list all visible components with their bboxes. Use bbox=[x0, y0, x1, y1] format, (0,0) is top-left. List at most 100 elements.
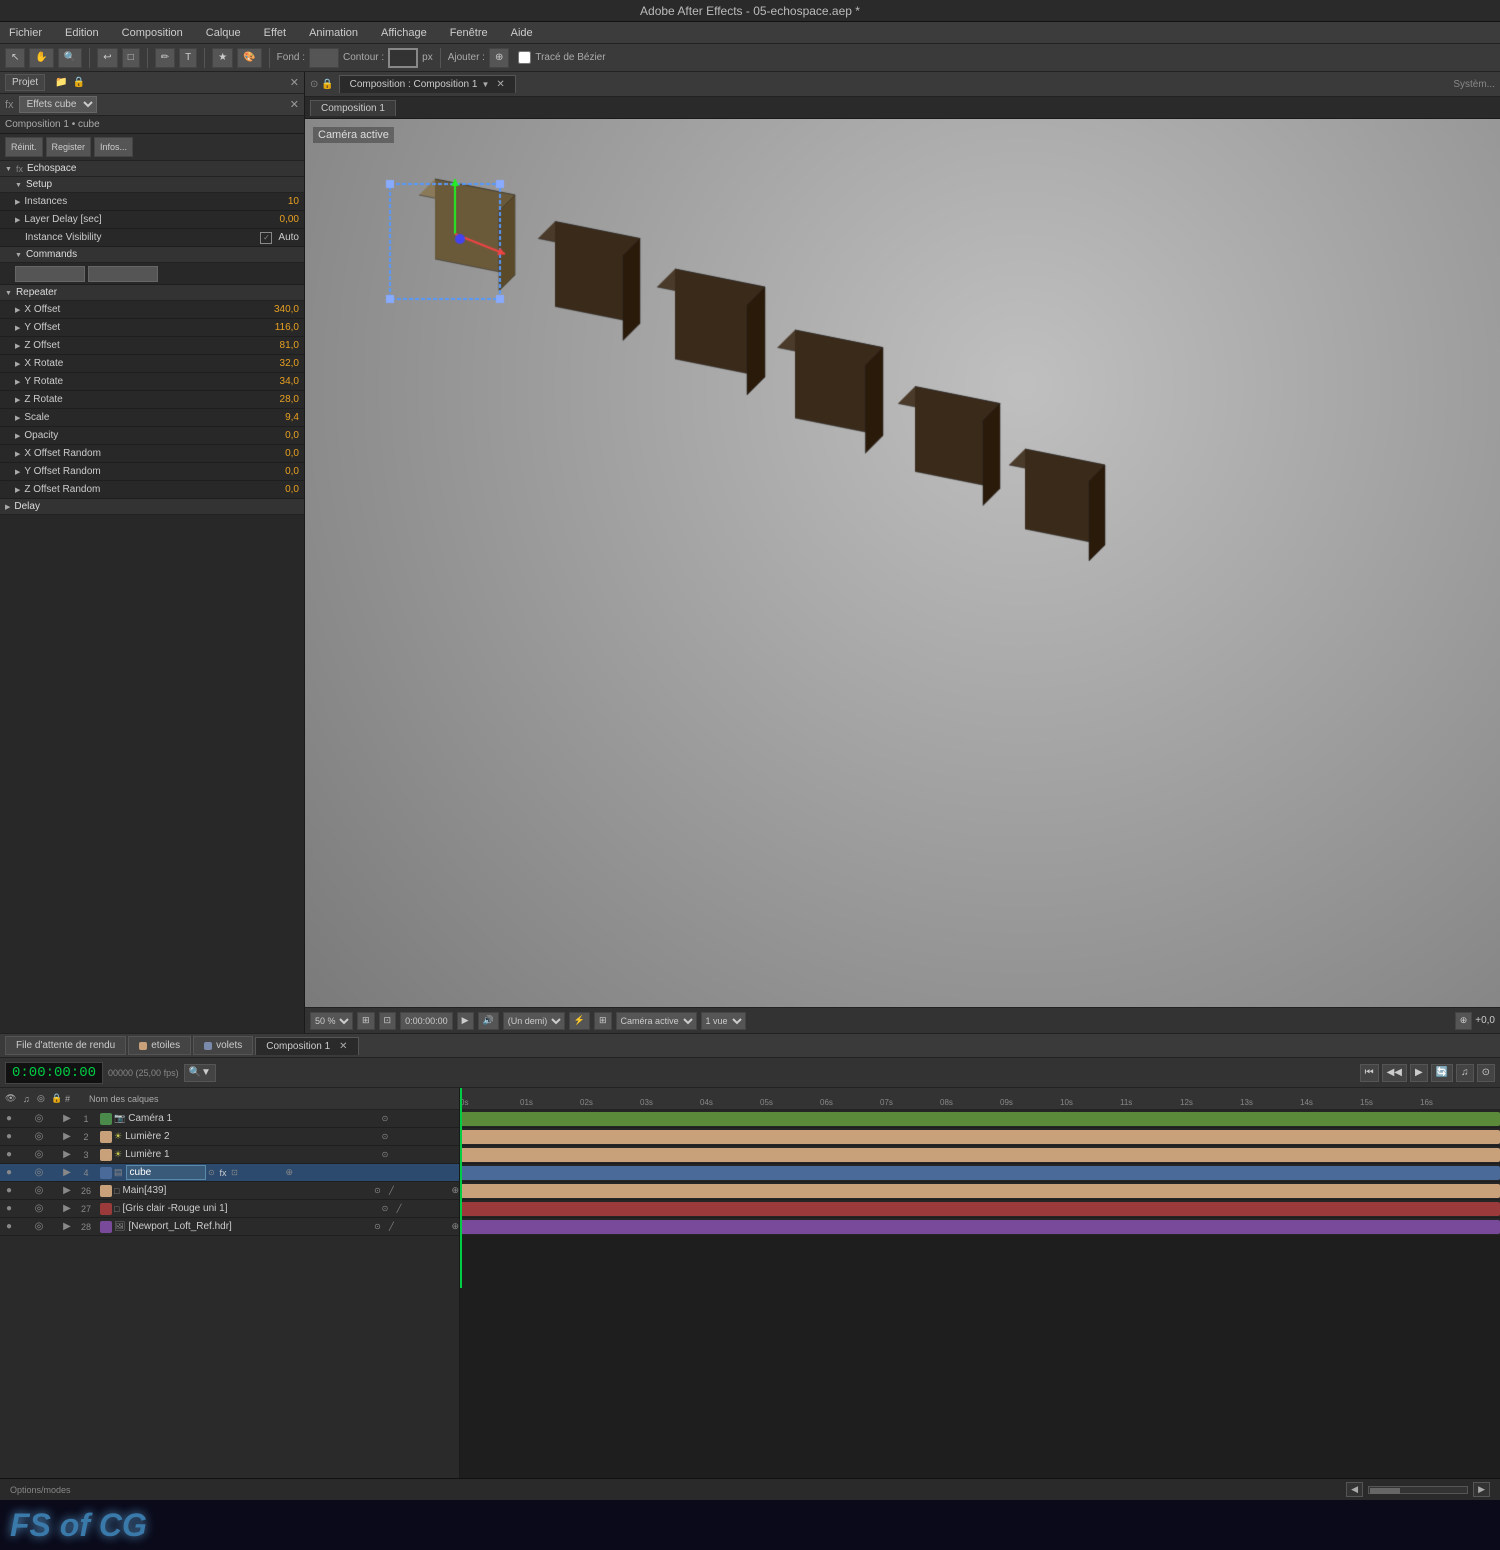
viewer-grid-btn[interactable]: ⊞ bbox=[594, 1012, 612, 1030]
register-btn[interactable]: Register bbox=[46, 137, 92, 157]
layer27-collapse[interactable]: ▶ bbox=[60, 1203, 74, 1214]
layer2-vis[interactable]: ● bbox=[0, 1131, 18, 1142]
viewer-play-btn[interactable]: ▶ bbox=[457, 1012, 474, 1030]
toolbar-paint-tool[interactable]: 🎨 bbox=[237, 48, 261, 68]
menu-effet[interactable]: Effet bbox=[260, 25, 290, 41]
setup-group[interactable]: Setup bbox=[0, 177, 304, 193]
toolbar-rotate-tool[interactable]: ↩ bbox=[97, 48, 117, 68]
layer1-vis[interactable]: ● bbox=[0, 1113, 18, 1124]
instances-value[interactable]: 10 bbox=[259, 196, 299, 207]
layer28-solo[interactable]: ◎ bbox=[32, 1221, 46, 1232]
views-select[interactable]: 1 vue bbox=[701, 1012, 746, 1030]
time-display[interactable]: 0:00:00:00 bbox=[5, 1062, 103, 1084]
menu-edition[interactable]: Edition bbox=[61, 25, 103, 41]
tl-first-frame[interactable]: ⏮ bbox=[1360, 1064, 1379, 1082]
z-rotate-value[interactable]: 28,0 bbox=[259, 394, 299, 405]
instances-expand-icon[interactable] bbox=[15, 197, 20, 206]
z-rotate-expand[interactable] bbox=[15, 395, 20, 404]
x-rotate-value[interactable]: 32,0 bbox=[259, 358, 299, 369]
layer26-solo[interactable]: ◎ bbox=[32, 1185, 46, 1196]
tl-step-back[interactable]: ◀◀ bbox=[1382, 1064, 1407, 1082]
layer2-solo[interactable]: ◎ bbox=[32, 1131, 46, 1142]
infos-btn[interactable]: Infos... bbox=[94, 137, 133, 157]
layer26-vis[interactable]: ● bbox=[0, 1185, 18, 1196]
cmd-btn-2[interactable] bbox=[88, 266, 158, 282]
y-offset-value[interactable]: 116,0 bbox=[259, 322, 299, 333]
repeater-group[interactable]: Repeater bbox=[0, 285, 304, 301]
opacity-value[interactable]: 0,0 bbox=[259, 430, 299, 441]
x-offset-random-value[interactable]: 0,0 bbox=[259, 448, 299, 459]
layer2-collapse[interactable]: ▶ bbox=[60, 1131, 74, 1142]
z-offset-random-expand[interactable] bbox=[15, 485, 20, 494]
comp1-tab[interactable]: Composition 1 ✕ bbox=[255, 1037, 358, 1055]
ajouter-btn[interactable]: ⊕ bbox=[489, 48, 509, 68]
tl-loop[interactable]: 🔄 bbox=[1431, 1064, 1453, 1082]
scroll-bar[interactable] bbox=[1368, 1486, 1468, 1494]
x-offset-expand[interactable] bbox=[15, 305, 20, 314]
viewer-fast-preview-btn[interactable]: ⚡ bbox=[569, 1012, 590, 1030]
delay-group[interactable]: Delay bbox=[0, 499, 304, 515]
viewer-comp-tab-close[interactable]: ✕ bbox=[496, 79, 504, 90]
z-offset-value[interactable]: 81,0 bbox=[259, 340, 299, 351]
menu-affichage[interactable]: Affichage bbox=[377, 25, 431, 41]
layer1-solo[interactable]: ◎ bbox=[32, 1113, 46, 1124]
effects-close-btn[interactable]: ✕ bbox=[290, 98, 299, 111]
camera-select[interactable]: Caméra active bbox=[616, 1012, 697, 1030]
toolbar-hand-tool[interactable]: ✋ bbox=[29, 48, 53, 68]
toolbar-text-tool[interactable]: T bbox=[179, 48, 197, 68]
comp1-tab-close[interactable]: ✕ bbox=[339, 1041, 347, 1052]
y-offset-random-expand[interactable] bbox=[15, 467, 20, 476]
viewer-fit-btn[interactable]: ⊞ bbox=[357, 1012, 375, 1030]
reset-btn[interactable]: Réinit. bbox=[5, 137, 43, 157]
tl-play[interactable]: ▶ bbox=[1410, 1064, 1428, 1082]
layer-delay-value[interactable]: 0,00 bbox=[259, 214, 299, 225]
scale-expand[interactable] bbox=[15, 413, 20, 422]
project-tab[interactable]: Projet bbox=[5, 74, 45, 91]
menu-aide[interactable]: Aide bbox=[507, 25, 537, 41]
z-offset-random-value[interactable]: 0,0 bbox=[259, 484, 299, 495]
etoiles-tab[interactable]: etoiles bbox=[128, 1036, 191, 1055]
layer3-vis[interactable]: ● bbox=[0, 1149, 18, 1160]
render-queue-tab[interactable]: File d'attente de rendu bbox=[5, 1036, 126, 1055]
layer3-solo[interactable]: ◎ bbox=[32, 1149, 46, 1160]
layer28-vis[interactable]: ● bbox=[0, 1221, 18, 1232]
toolbar-zoom-tool[interactable]: 🔍 bbox=[58, 48, 82, 68]
layer27-vis[interactable]: ● bbox=[0, 1203, 18, 1214]
x-offset-random-expand[interactable] bbox=[15, 449, 20, 458]
menu-animation[interactable]: Animation bbox=[305, 25, 362, 41]
layer27-solo[interactable]: ◎ bbox=[32, 1203, 46, 1214]
instance-vis-checkbox[interactable]: ✓ bbox=[260, 232, 272, 244]
layer4-name-input[interactable] bbox=[126, 1165, 206, 1180]
cmd-btn-1[interactable] bbox=[15, 266, 85, 282]
x-rotate-expand[interactable] bbox=[15, 359, 20, 368]
contour-color[interactable] bbox=[388, 48, 418, 68]
layer4-vis[interactable]: ● bbox=[0, 1167, 18, 1178]
comp-sub-tab[interactable]: Composition 1 bbox=[310, 100, 396, 116]
viewer-comp-tab[interactable]: Composition : Composition 1 ▼ ✕ bbox=[339, 75, 516, 93]
panel-close-btn[interactable]: ✕ bbox=[290, 76, 299, 89]
scroll-right-btn[interactable]: ▶ bbox=[1473, 1482, 1490, 1497]
y-rotate-expand[interactable] bbox=[15, 377, 20, 386]
tl-search-btn[interactable]: 🔍▼ bbox=[184, 1064, 216, 1082]
viewer-time-display[interactable]: 0:00:00:00 bbox=[400, 1012, 453, 1030]
layer4-solo[interactable]: ◎ bbox=[32, 1167, 46, 1178]
opacity-expand[interactable] bbox=[15, 431, 20, 440]
menu-fenetre[interactable]: Fenêtre bbox=[446, 25, 492, 41]
x-offset-value[interactable]: 340,0 bbox=[259, 304, 299, 315]
menu-calque[interactable]: Calque bbox=[202, 25, 245, 41]
viewer-audio-btn[interactable]: 🔊 bbox=[478, 1012, 499, 1030]
viewer-safe-btn[interactable]: ⊡ bbox=[379, 1012, 397, 1030]
layer4-collapse[interactable]: ▶ bbox=[60, 1167, 74, 1178]
layer3-collapse[interactable]: ▶ bbox=[60, 1149, 74, 1160]
menu-fichier[interactable]: Fichier bbox=[5, 25, 46, 41]
commands-group[interactable]: Commands bbox=[0, 247, 304, 263]
toolbar-shape-tool[interactable]: □ bbox=[122, 48, 140, 68]
scroll-left-btn[interactable]: ◀ bbox=[1346, 1482, 1363, 1497]
quality-select[interactable]: (Un demi) bbox=[503, 1012, 565, 1030]
tl-preview[interactable]: ⊙ bbox=[1477, 1064, 1495, 1082]
toolbar-arrow-tool[interactable]: ↖ bbox=[5, 48, 25, 68]
y-offset-random-value[interactable]: 0,0 bbox=[259, 466, 299, 477]
menu-composition[interactable]: Composition bbox=[118, 25, 187, 41]
y-rotate-value[interactable]: 34,0 bbox=[259, 376, 299, 387]
echospace-group[interactable]: fx Echospace bbox=[0, 161, 304, 177]
